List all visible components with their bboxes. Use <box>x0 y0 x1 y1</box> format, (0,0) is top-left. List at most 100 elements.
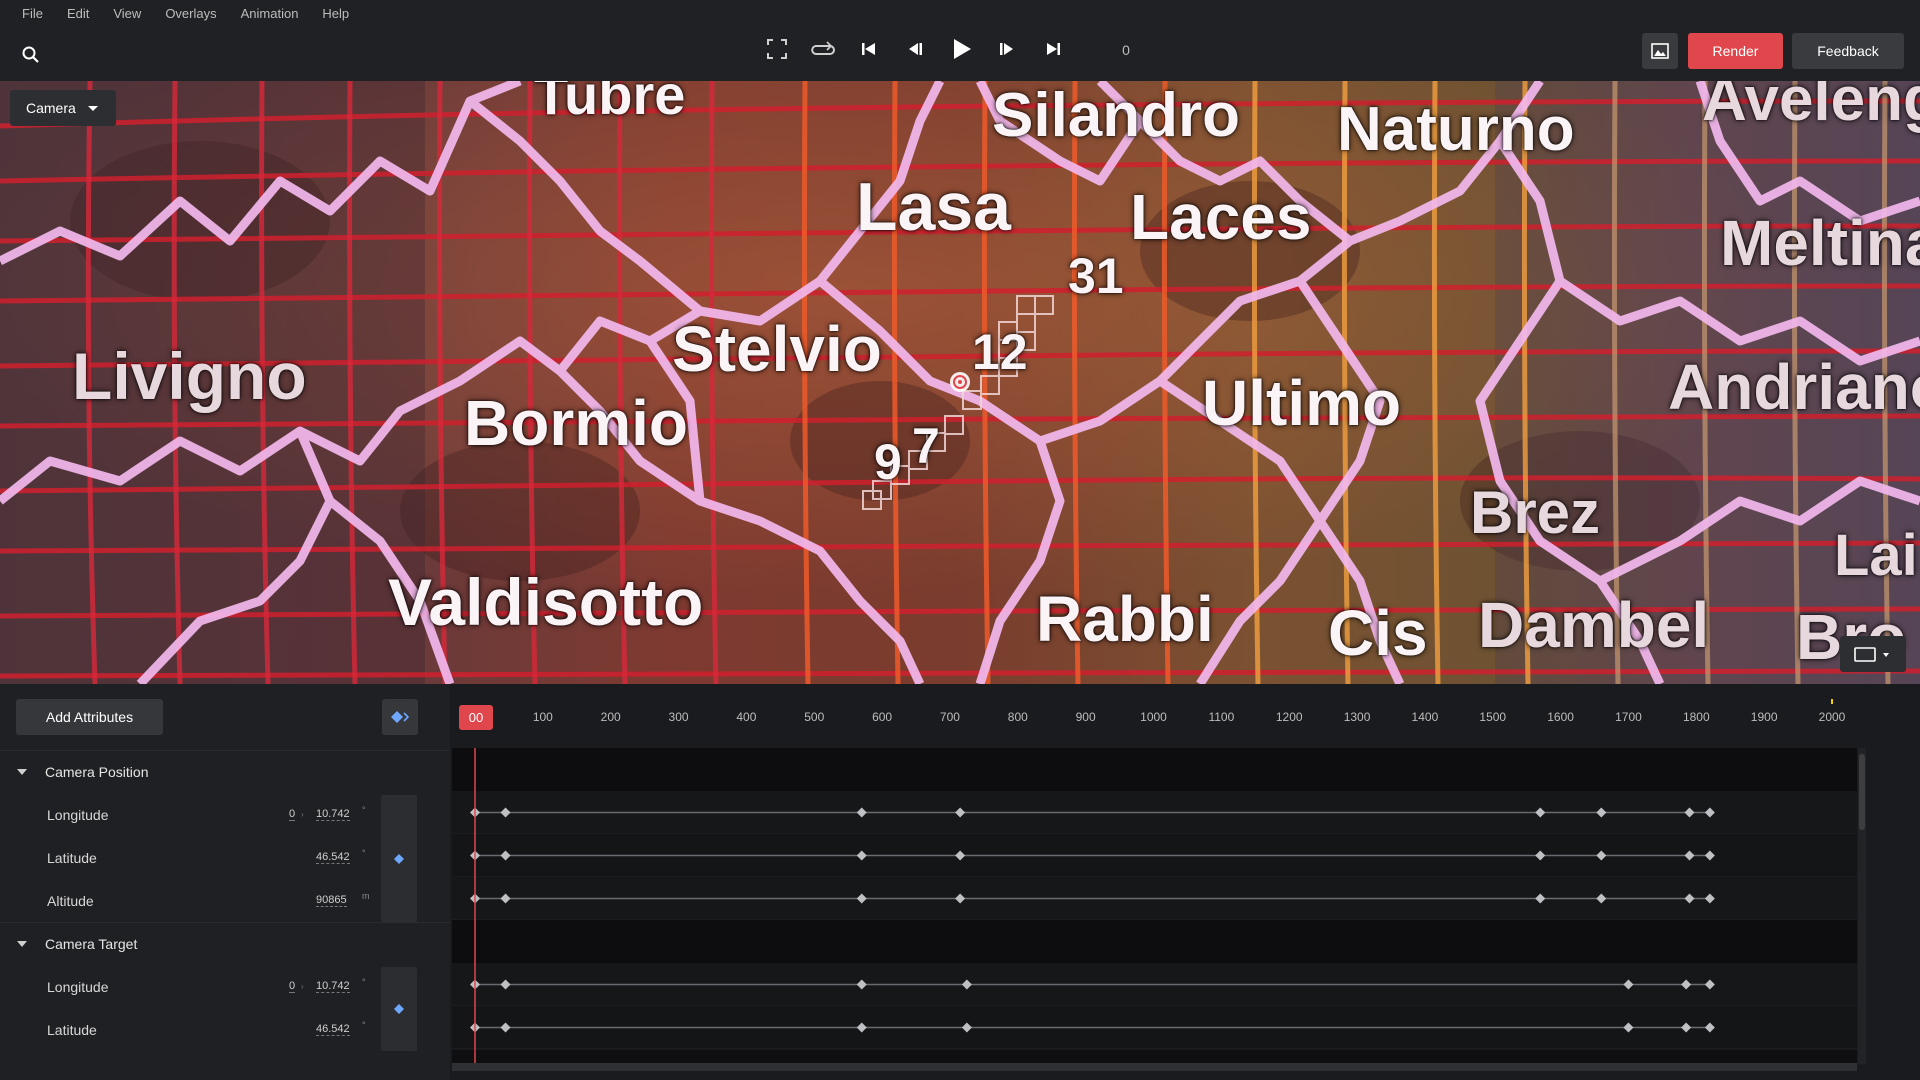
ruler-tick-label: 700 <box>940 710 960 724</box>
unit-label: m <box>362 891 370 901</box>
group-camera-target: Camera Target <box>0 922 450 965</box>
track-group-header <box>452 920 1857 963</box>
ruler-tick-label: 1800 <box>1683 710 1710 724</box>
group-label: Camera Target <box>45 936 138 952</box>
top-bar: File Edit View Overlays Animation Help 0… <box>0 0 1920 81</box>
unit-label: ° <box>362 1020 366 1030</box>
place-label: Lai <box>1834 523 1918 588</box>
timeline-panel: Add Attributes Camera Position Longitude… <box>0 684 1920 1080</box>
attribute-row-latitude: Latitude 46.542 ° <box>0 836 380 879</box>
menu-file[interactable]: File <box>22 6 43 26</box>
ruler-tick-label: 1600 <box>1547 710 1574 724</box>
ruler-tick-label: 1100 <box>1208 710 1234 724</box>
group-camera-position: Camera Position <box>0 750 450 793</box>
ruler-tick-label: 1700 <box>1615 710 1642 724</box>
scrollbar-thumb[interactable] <box>1859 754 1865 830</box>
ruler-tick-label: 800 <box>1008 710 1028 724</box>
place-label: Tubre <box>534 81 686 126</box>
place-label: Brez <box>1470 479 1601 546</box>
ruler-tick-label: 1200 <box>1276 710 1303 724</box>
ruler-tick-label: 1900 <box>1751 710 1778 724</box>
add-keyframe-button[interactable] <box>381 795 417 922</box>
place-label: Rabbi <box>1036 583 1214 655</box>
image-icon <box>1651 43 1669 59</box>
attribute-row-longitude: Longitude 0 › 10.742 ° <box>0 965 380 1008</box>
offset-separator: › <box>301 982 304 991</box>
value-field[interactable]: 10.742 <box>316 980 350 993</box>
ruler-tick-label: 1400 <box>1412 710 1439 724</box>
keyframe-diamond-icon <box>394 853 404 864</box>
step-forward-icon[interactable] <box>992 34 1022 64</box>
chevron-down-icon <box>87 105 98 111</box>
ruler-tick-label: 600 <box>872 710 892 724</box>
skip-to-end-icon[interactable] <box>1038 34 1068 64</box>
group-label: Camera Position <box>45 764 149 780</box>
loop-icon[interactable] <box>808 34 838 64</box>
ruler-tick-label: 1300 <box>1344 710 1371 724</box>
render-button[interactable]: Render <box>1688 33 1783 69</box>
attribute-name: Longitude <box>47 806 109 823</box>
place-label: Laces <box>1130 181 1312 253</box>
keyframe-navigation-button[interactable] <box>382 699 418 735</box>
place-label: Avelengo <box>1702 81 1920 134</box>
transport-controls <box>754 34 1076 64</box>
add-attributes-button[interactable]: Add Attributes <box>16 699 163 735</box>
place-label: Livigno <box>72 339 307 413</box>
ruler-tick-label: 500 <box>804 710 824 724</box>
aspect-ratio-icon <box>1854 647 1889 662</box>
attributes-panel: Add Attributes Camera Position Longitude… <box>0 684 450 1080</box>
attribute-name: Latitude <box>47 1021 97 1038</box>
add-keyframe-button[interactable] <box>381 967 417 1051</box>
value-field[interactable]: 46.542 <box>316 1023 350 1036</box>
ruler-tick-label: 2000 <box>1819 710 1846 724</box>
map-viewport[interactable]: Tubre Silandro Naturno Avelengo Lasa Lac… <box>0 81 1920 684</box>
ruler-tick-label: 900 <box>1076 710 1096 724</box>
keyframe-diamond-icon <box>394 1004 404 1014</box>
viewport-format-dropdown[interactable] <box>1840 636 1906 672</box>
ruler-tick-label: 400 <box>736 710 756 724</box>
collapse-triangle-icon[interactable] <box>17 769 27 775</box>
place-label: Silandro <box>992 81 1241 150</box>
feedback-button[interactable]: Feedback <box>1792 33 1904 69</box>
menu-bar: File Edit View Overlays Animation Help <box>10 6 361 26</box>
track-group-header <box>452 748 1857 791</box>
attribute-name: Latitude <box>47 849 97 866</box>
menu-edit[interactable]: Edit <box>67 6 89 26</box>
place-label: Meltina <box>1720 207 1920 279</box>
place-label: Naturno <box>1337 95 1575 164</box>
ruler-tick-label: 1000 <box>1140 710 1167 724</box>
menu-view[interactable]: View <box>113 6 141 26</box>
camera-dropdown-label: Camera <box>26 100 76 116</box>
value-field[interactable]: 10.742 <box>316 808 350 821</box>
playhead-badge[interactable]: 00 <box>459 705 493 730</box>
collapse-triangle-icon[interactable] <box>17 941 27 947</box>
vertical-scrollbar[interactable] <box>1858 748 1866 1064</box>
frame-counter: 0 <box>1122 42 1130 58</box>
offset-separator: › <box>301 810 304 819</box>
fullscreen-icon[interactable] <box>762 34 792 64</box>
step-back-icon[interactable] <box>900 34 930 64</box>
keyframe-tracks[interactable] <box>452 748 1857 1064</box>
value-field[interactable]: 90865 <box>316 894 347 907</box>
menu-animation[interactable]: Animation <box>241 6 299 26</box>
place-label: 7 <box>912 418 940 474</box>
horizontal-scrollbar[interactable] <box>452 1063 1857 1071</box>
offset-field[interactable]: 0 <box>289 980 296 993</box>
place-label: Valdisotto <box>388 565 704 639</box>
ruler-tick-label: 300 <box>669 710 689 724</box>
menu-help[interactable]: Help <box>322 6 349 26</box>
offset-field[interactable]: 0 <box>289 808 296 821</box>
search-icon[interactable] <box>20 44 42 66</box>
camera-target-marker <box>950 372 970 392</box>
play-icon[interactable] <box>946 34 976 64</box>
place-label: Lasa <box>856 169 1011 245</box>
unit-label: ° <box>362 977 366 987</box>
timeline-ruler[interactable]: 100 200 300 400 500 600 700 800 900 1000 1100 1200 1… <box>452 699 1857 735</box>
camera-dropdown[interactable]: Camera <box>10 90 116 126</box>
place-label: Cis <box>1328 597 1428 669</box>
value-field[interactable]: 46.542 <box>316 851 350 864</box>
unit-label: ° <box>362 848 366 858</box>
export-image-button[interactable] <box>1642 33 1678 69</box>
skip-to-start-icon[interactable] <box>854 34 884 64</box>
menu-overlays[interactable]: Overlays <box>165 6 216 26</box>
